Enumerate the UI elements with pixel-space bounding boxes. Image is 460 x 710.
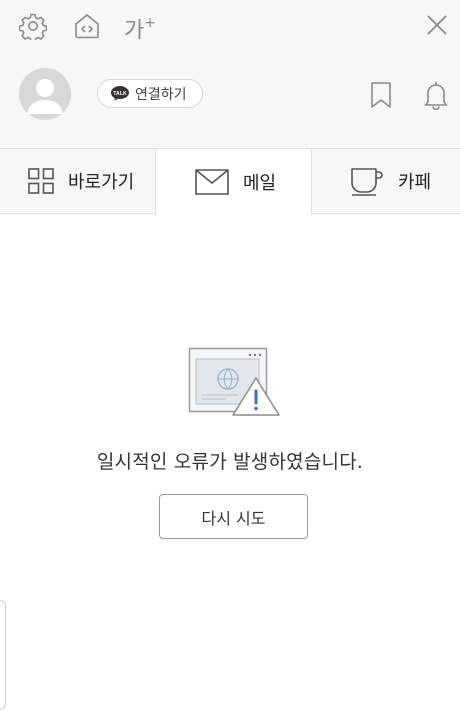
retry-label: 다시 시도 — [201, 508, 266, 528]
bookmark-icon[interactable] — [370, 81, 392, 109]
gear-icon[interactable] — [19, 12, 47, 40]
tab-mail[interactable]: 메일 — [155, 148, 312, 215]
talk-badge: TALK — [113, 91, 127, 97]
retry-button[interactable]: 다시 시도 — [159, 494, 308, 539]
tab-shortcuts[interactable]: 바로가기 — [0, 148, 156, 214]
talk-bubble-icon: TALK — [111, 86, 129, 101]
error-message: 일시적인 오류가 발생하였습니다. — [96, 451, 364, 473]
bell-icon[interactable] — [423, 80, 449, 110]
mail-icon — [195, 169, 229, 195]
close-icon[interactable] — [426, 14, 448, 36]
home-code-icon[interactable] — [73, 12, 101, 40]
user-avatar-icon — [27, 79, 63, 114]
tab-bar: 바로가기 메일 카페 — [0, 148, 460, 215]
tab-label: 카페 — [398, 172, 432, 193]
browser-warning-icon — [188, 347, 280, 416]
top-panel: 가+ TALK 연결하기 — [0, 0, 460, 148]
cup-icon — [351, 168, 383, 196]
avatar[interactable] — [19, 68, 71, 120]
font-size-label: 가 — [124, 18, 145, 44]
tab-cafe[interactable]: 카페 — [312, 148, 460, 214]
side-panel-edge — [0, 600, 6, 710]
font-size-plus: + — [144, 15, 156, 31]
tab-label: 메일 — [243, 173, 277, 194]
kakaotalk-connect-button[interactable]: TALK 연결하기 — [97, 79, 203, 108]
grid-icon — [28, 168, 54, 194]
tab-label: 바로가기 — [68, 172, 135, 193]
font-size-button[interactable]: 가+ — [124, 10, 156, 44]
connect-label: 연결하기 — [135, 86, 187, 103]
